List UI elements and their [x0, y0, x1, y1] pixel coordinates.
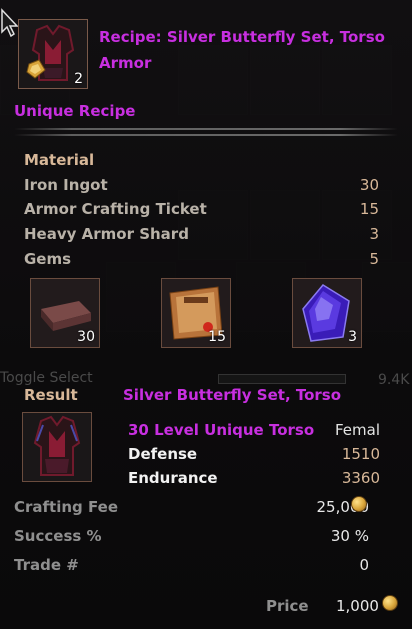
material-slot-iron-ingot[interactable]: 30: [30, 278, 100, 348]
material-name: Iron Ingot: [24, 176, 108, 194]
price-value: 1,000: [336, 597, 379, 615]
toggle-select-label: Toggle Select: [0, 370, 93, 386]
crafting-fee-row: Crafting Fee 25,000: [14, 498, 369, 520]
stat-name: Defense: [128, 445, 198, 463]
gold-coin-icon: [382, 595, 398, 611]
result-level-type: 30 Level Unique Torso: [128, 421, 315, 439]
divider: [14, 128, 398, 130]
trade-row: Trade # 0: [14, 556, 369, 578]
result-label: Result: [24, 386, 78, 404]
result-gender: Femal: [334, 421, 380, 439]
material-section-label: Material: [24, 151, 95, 169]
recipe-tooltip: 2 Recipe: Silver Butterfly Set, Torso Ar…: [0, 0, 412, 629]
stat-value: 3360: [341, 469, 380, 487]
slot-quantity: 30: [77, 329, 95, 345]
recipe-title: Recipe: Silver Butterfly Set, Torso Armo…: [99, 28, 385, 72]
stat-value: 1510: [341, 445, 380, 463]
material-value: 5: [369, 250, 379, 268]
result-stat-row: Endurance 3360: [128, 469, 380, 491]
material-value: 30: [359, 176, 379, 194]
armor-torso-icon: [33, 415, 81, 476]
material-slot-gem[interactable]: 3: [292, 278, 362, 348]
slot-quantity: 15: [208, 329, 226, 345]
price-label: Price: [266, 597, 309, 615]
mouse-cursor-icon: [1, 8, 19, 38]
result-level-row: 30 Level Unique Torso Femal: [128, 421, 380, 443]
material-value: 15: [359, 200, 379, 218]
result-item-name: Silver Butterfly Set, Torso: [123, 386, 342, 404]
gold-coin-icon: [351, 496, 367, 512]
background-value: 9.4K: [378, 372, 410, 388]
trade-label: Trade #: [14, 556, 79, 574]
rarity-label: Unique Recipe: [14, 102, 136, 120]
material-name: Armor Crafting Ticket: [24, 200, 207, 218]
trade-value: 0: [359, 556, 369, 574]
material-slot-crafting-ticket[interactable]: 15: [161, 278, 231, 348]
recipe-quantity: 2: [74, 71, 83, 87]
success-value: 30 %: [330, 527, 369, 545]
material-row: Armor Crafting Ticket 15: [24, 200, 379, 222]
result-stat-row: Defense 1510: [128, 445, 380, 467]
recipe-item-icon: 2: [18, 19, 88, 89]
crafting-fee-label: Crafting Fee: [14, 498, 118, 516]
material-name: Heavy Armor Shard: [24, 225, 189, 243]
material-value: 3: [369, 225, 379, 243]
result-item-icon: [22, 412, 92, 482]
material-name: Gems: [24, 250, 72, 268]
background-progress-bar: [218, 374, 346, 384]
stat-name: Endurance: [128, 469, 218, 487]
success-label: Success %: [14, 527, 102, 545]
divider: [14, 134, 398, 136]
success-row: Success % 30 %: [14, 527, 369, 549]
material-row: Gems 5: [24, 250, 379, 272]
material-row: Iron Ingot 30: [24, 176, 379, 198]
slot-quantity: 3: [348, 329, 357, 345]
material-row: Heavy Armor Shard 3: [24, 225, 379, 247]
